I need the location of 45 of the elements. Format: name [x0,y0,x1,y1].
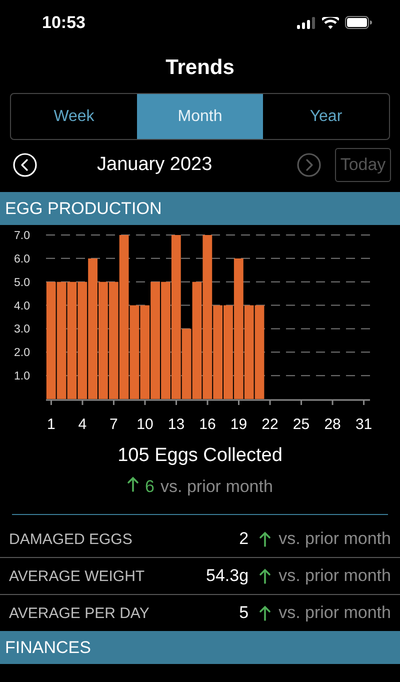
section-title: FINANCES [5,638,91,658]
status-time: 10:53 [42,12,86,32]
stat-label: AVERAGE WEIGHT [9,568,146,584]
y-axis-label: 7.0 [14,230,30,242]
month-label: January 2023 [97,154,214,176]
x-axis-label: 13 [168,416,185,433]
page-title: Trends [166,56,234,80]
x-axis-label: 31 [355,416,372,433]
y-axis-label: 1.0 [14,370,30,383]
x-axis-label: 1 [47,416,56,433]
y-axis-label: 5.0 [14,276,30,289]
x-axis-label: 28 [324,416,341,433]
total-eggs: 105 Eggs Collected [118,445,282,467]
stat-label: AVERAGE PER DAY [9,604,150,622]
section-title: EGG PRODUCTION [5,198,162,218]
x-axis-label: 4 [78,416,87,433]
x-axis-label: 10 [136,416,154,433]
y-axis-label: 6.0 [14,253,30,266]
arrow-up-icon [127,476,140,492]
signal-icon [297,16,316,28]
y-axis-label: 3.0 [14,324,30,336]
period-tab[interactable]: Week [11,94,137,139]
y-axis-label: 4.0 [14,300,30,312]
x-axis-label: 16 [199,416,216,433]
stat-value: 2 [239,529,249,549]
stat-value: 54.3g [206,566,249,586]
stat-caption: vs. prior month [278,529,391,549]
x-axis-label: 25 [292,416,310,433]
arrow-up-icon [258,568,271,584]
battery-icon [345,16,372,29]
arrow-up-icon [258,605,271,621]
arrow-up-icon [258,531,271,547]
stat-value: 5 [239,603,249,623]
wifi-icon [322,16,339,28]
y-axis-label: 2.0 [14,347,30,360]
x-axis-label: 22 [262,416,278,433]
previous-icon[interactable] [13,153,37,177]
stat-caption: vs. prior month [278,603,391,623]
change-caption: vs. prior month [160,476,273,496]
stat-caption: vs. prior month [278,566,391,586]
period-tab[interactable]: Year [263,94,389,139]
change-value: 6 [145,476,155,496]
stat-label: DAMAGED EGGS [9,530,134,548]
x-axis-label: 19 [230,416,248,433]
x-axis-label: 7 [110,416,118,433]
